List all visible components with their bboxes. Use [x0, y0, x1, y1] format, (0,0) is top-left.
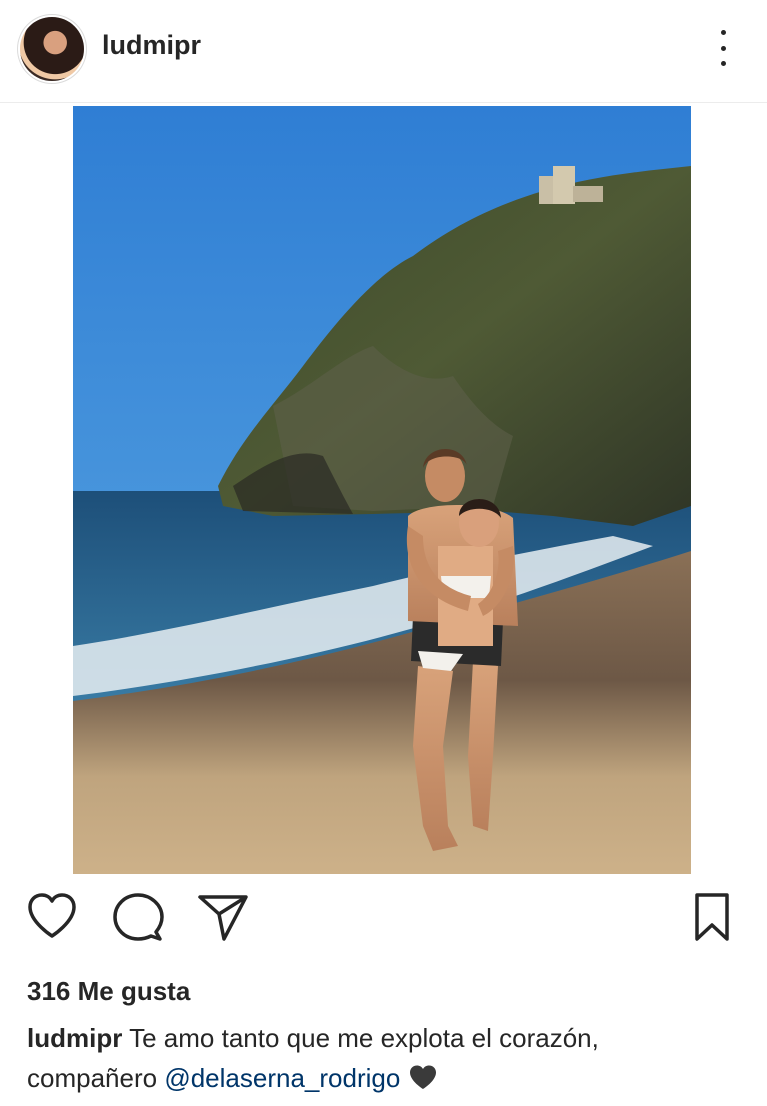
bookmark-icon[interactable] [694, 892, 730, 947]
post-caption: ludmipr Te amo tanto que me explota el c… [27, 1018, 747, 1101]
caption-text-line1: Te amo tanto que me explota el corazón, [129, 1023, 599, 1053]
comment-bubble-icon[interactable] [112, 892, 164, 949]
post-username[interactable]: ludmipr [102, 30, 201, 61]
post-actions [0, 892, 767, 952]
black-heart-icon [408, 1061, 438, 1101]
paper-plane-icon[interactable] [197, 892, 249, 947]
caption-text-prefix: compañero [27, 1063, 158, 1093]
post-header: ludmipr [0, 0, 767, 103]
caption-username[interactable]: ludmipr [27, 1023, 122, 1053]
post-photo[interactable] [73, 106, 691, 874]
avatar[interactable] [20, 17, 84, 81]
likes-count[interactable]: 316 Me gusta [27, 976, 190, 1007]
heart-outline-icon[interactable] [26, 892, 78, 945]
caption-mention[interactable]: @delaserna_rodrigo [164, 1063, 400, 1093]
more-vertical-icon[interactable] [717, 30, 729, 66]
